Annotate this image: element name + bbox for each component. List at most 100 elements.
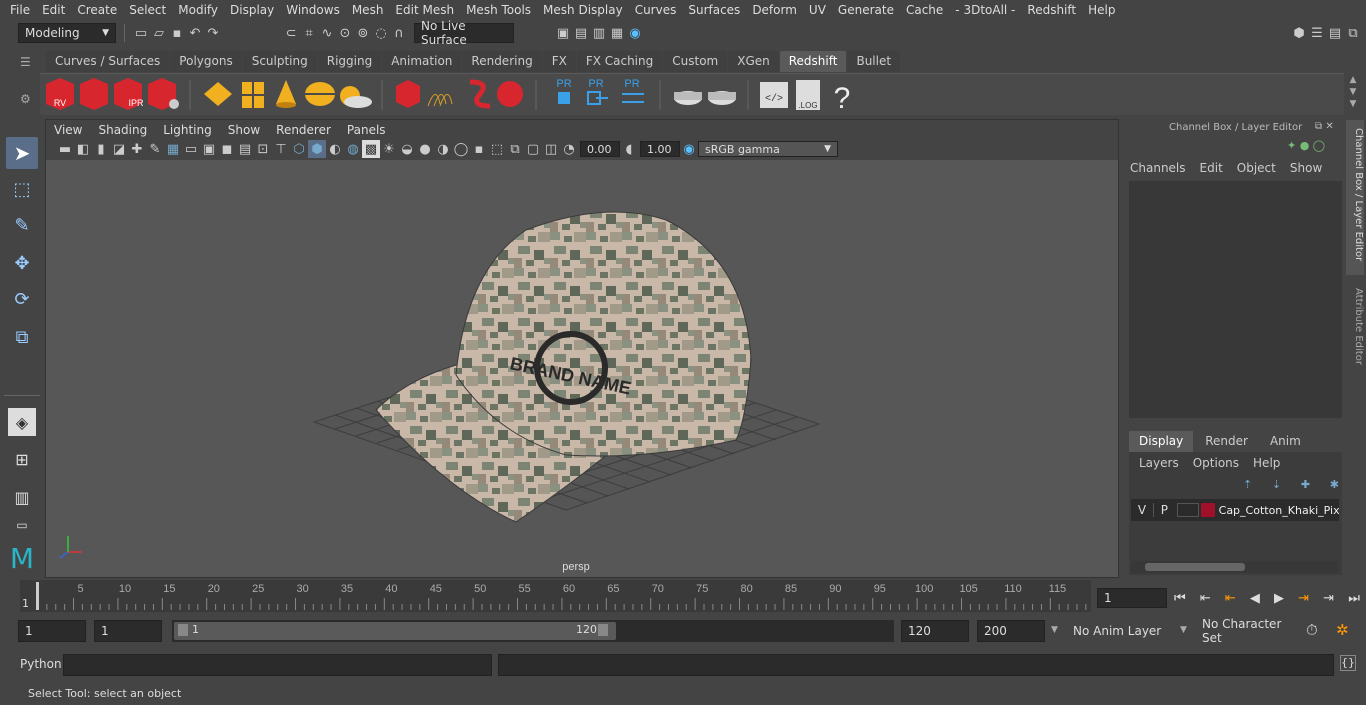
menu-windows[interactable]: Windows <box>280 3 346 17</box>
color-management-icon[interactable]: ◉ <box>680 140 698 158</box>
character-set-dropdown[interactable]: No Character Set <box>1196 617 1298 645</box>
menu-edit-mesh[interactable]: Edit Mesh <box>389 3 460 17</box>
layer-menu-help[interactable]: Help <box>1253 456 1280 474</box>
save-scene-icon[interactable]: ▪ <box>168 24 186 42</box>
pr-swap-icon[interactable]: PR <box>622 78 644 103</box>
tool-settings-icon[interactable]: ⧉ <box>1344 24 1362 42</box>
motion-blur-icon[interactable]: ◑ <box>434 140 452 158</box>
anim-layer-dropdown[interactable]: No Anim Layer <box>1067 620 1175 642</box>
range-slider-track[interactable]: 1 120 <box>172 620 894 642</box>
layer-name[interactable]: Cap_Cotton_Khaki_Pix <box>1219 504 1339 517</box>
menu-redshift[interactable]: Redshift <box>1021 3 1082 17</box>
cb-menu-object[interactable]: Object <box>1237 161 1276 179</box>
log-icon[interactable]: .LOG <box>796 80 820 110</box>
resolution-gate-icon[interactable]: ▣ <box>200 140 218 158</box>
animation-end-field[interactable]: 200 <box>977 620 1045 642</box>
snap-curve-icon[interactable]: ∿ <box>318 24 336 42</box>
vp-menu-panels[interactable]: Panels <box>339 123 394 137</box>
select-tool-icon[interactable]: ➤ <box>6 137 38 169</box>
render-frame-icon[interactable]: ▤ <box>572 24 590 42</box>
default-material-icon[interactable]: ◍ <box>344 140 362 158</box>
live-surface-field[interactable]: No Live Surface <box>414 19 514 47</box>
playback-start-field[interactable]: 1 <box>94 620 162 642</box>
menu-deform[interactable]: Deform <box>746 3 803 17</box>
move-layer-up-icon[interactable]: ⇡ <box>1243 478 1252 492</box>
layer-menu-layers[interactable]: Layers <box>1139 456 1179 474</box>
menu-display[interactable]: Display <box>224 3 280 17</box>
play-forward-icon[interactable]: ▶ <box>1274 591 1284 606</box>
single-perspective-layout-icon[interactable]: ◈ <box>8 408 36 436</box>
layer-tab-display[interactable]: Display <box>1129 431 1194 452</box>
shelf-tab-fx-caching[interactable]: FX Caching <box>576 51 663 72</box>
animation-prefs-icon[interactable]: ✲ <box>1336 621 1349 639</box>
menu-edit[interactable]: Edit <box>36 3 71 17</box>
field-chart-icon[interactable]: ▤ <box>236 140 254 158</box>
redshift-settings-icon[interactable] <box>148 78 179 110</box>
shelf-tab-curves-surfaces[interactable]: Curves / Surfaces <box>46 51 170 72</box>
dome-light-icon[interactable] <box>305 82 335 106</box>
command-input[interactable] <box>63 654 492 676</box>
menu-create[interactable]: Create <box>71 3 123 17</box>
depth-of-field-icon[interactable]: ▪ <box>470 140 488 158</box>
grease-pencil-icon[interactable]: ✎ <box>146 140 164 158</box>
shelf-tab-xgen[interactable]: XGen <box>728 51 779 72</box>
safe-action-icon[interactable]: ⊡ <box>254 140 272 158</box>
layer-color-swatch[interactable] <box>1200 503 1215 517</box>
new-scene-icon[interactable]: ▭ <box>132 24 150 42</box>
spot-light-icon[interactable] <box>276 80 296 108</box>
paint-select-icon[interactable]: ✎ <box>8 211 36 239</box>
sphere-object-icon[interactable] <box>497 81 523 107</box>
layer-tab-render[interactable]: Render <box>1195 431 1258 452</box>
step-back-frame-icon[interactable]: ⇤ <box>1225 591 1236 606</box>
safe-title-icon[interactable]: ⊤ <box>272 140 290 158</box>
range-start-grip[interactable] <box>178 624 188 636</box>
render-pie-icon[interactable] <box>674 91 702 105</box>
vp-menu-show[interactable]: Show <box>220 123 268 137</box>
four-view-layout-icon[interactable]: ⊞ <box>8 445 36 473</box>
layer-scrollbar-thumb[interactable] <box>1145 563 1245 571</box>
current-frame-field[interactable]: 1 <box>1097 588 1167 608</box>
outliner-layout-icon[interactable]: ▥ <box>8 483 36 511</box>
select-hierarchy-icon[interactable]: ⊂ <box>282 24 300 42</box>
textured-icon[interactable]: ▩ <box>362 140 380 158</box>
modeling-toolkit-icon[interactable]: ⬢ <box>1290 24 1308 42</box>
step-back-key-icon[interactable]: ⇤ <box>1200 591 1211 606</box>
redo-icon[interactable]: ↷ <box>204 24 222 42</box>
light-portal-icon[interactable] <box>242 82 264 108</box>
render-pie2-icon[interactable] <box>708 91 736 105</box>
shelf-tab-fx[interactable]: FX <box>542 51 576 72</box>
move-layer-down-icon[interactable]: ⇣ <box>1272 478 1281 492</box>
magnet-icon[interactable]: ∩ <box>390 24 408 42</box>
pr-export-icon[interactable]: PR <box>587 78 608 105</box>
step-forward-frame-icon[interactable]: ⇥ <box>1298 591 1309 606</box>
play-backward-icon[interactable]: ◀ <box>1250 591 1260 606</box>
menu-mesh-tools[interactable]: Mesh Tools <box>460 3 537 17</box>
camera-select-icon[interactable]: ▬ <box>56 140 74 158</box>
wireframe-icon[interactable]: ⬡ <box>290 140 308 158</box>
xray-active-icon[interactable]: ◫ <box>542 140 560 158</box>
script-language-toggle[interactable]: Python <box>20 657 62 671</box>
isolate-select-icon[interactable]: ⬚ <box>488 140 506 158</box>
panel-window-controls[interactable]: ⧉ ✕ <box>1315 121 1341 135</box>
vp-menu-lighting[interactable]: Lighting <box>155 123 220 137</box>
smooth-shade-icon[interactable]: ⬢ <box>308 140 326 158</box>
snap-grid-icon[interactable]: ⌗ <box>300 24 318 42</box>
lights-icon[interactable]: ☀ <box>380 140 398 158</box>
antialias-icon[interactable]: ◯ <box>452 140 470 158</box>
menu-uv[interactable]: UV <box>803 3 832 17</box>
xray-joints-icon[interactable]: ▢ <box>524 140 542 158</box>
layer-tab-anim[interactable]: Anim <box>1259 431 1311 452</box>
colorspace-dropdown[interactable]: sRGB gamma ▼ <box>698 141 838 157</box>
menu-mesh-display[interactable]: Mesh Display <box>537 3 629 17</box>
current-time-indicator[interactable] <box>36 582 39 610</box>
shelf-tab-bullet[interactable]: Bullet <box>847 51 901 72</box>
menu-help[interactable]: Help <box>1082 3 1121 17</box>
menu-select[interactable]: Select <box>123 3 172 17</box>
shelf-gear-icon[interactable]: ⚙ <box>20 92 34 106</box>
layout-extra-icon[interactable]: ▭ <box>8 517 36 533</box>
image-plane-icon[interactable]: ◪ <box>110 140 128 158</box>
cb-menu-edit[interactable]: Edit <box>1200 161 1223 179</box>
layer-visibility-toggle[interactable]: V <box>1131 503 1153 517</box>
light-box-icon[interactable] <box>204 82 232 106</box>
sun-sky-icon[interactable] <box>340 86 372 108</box>
